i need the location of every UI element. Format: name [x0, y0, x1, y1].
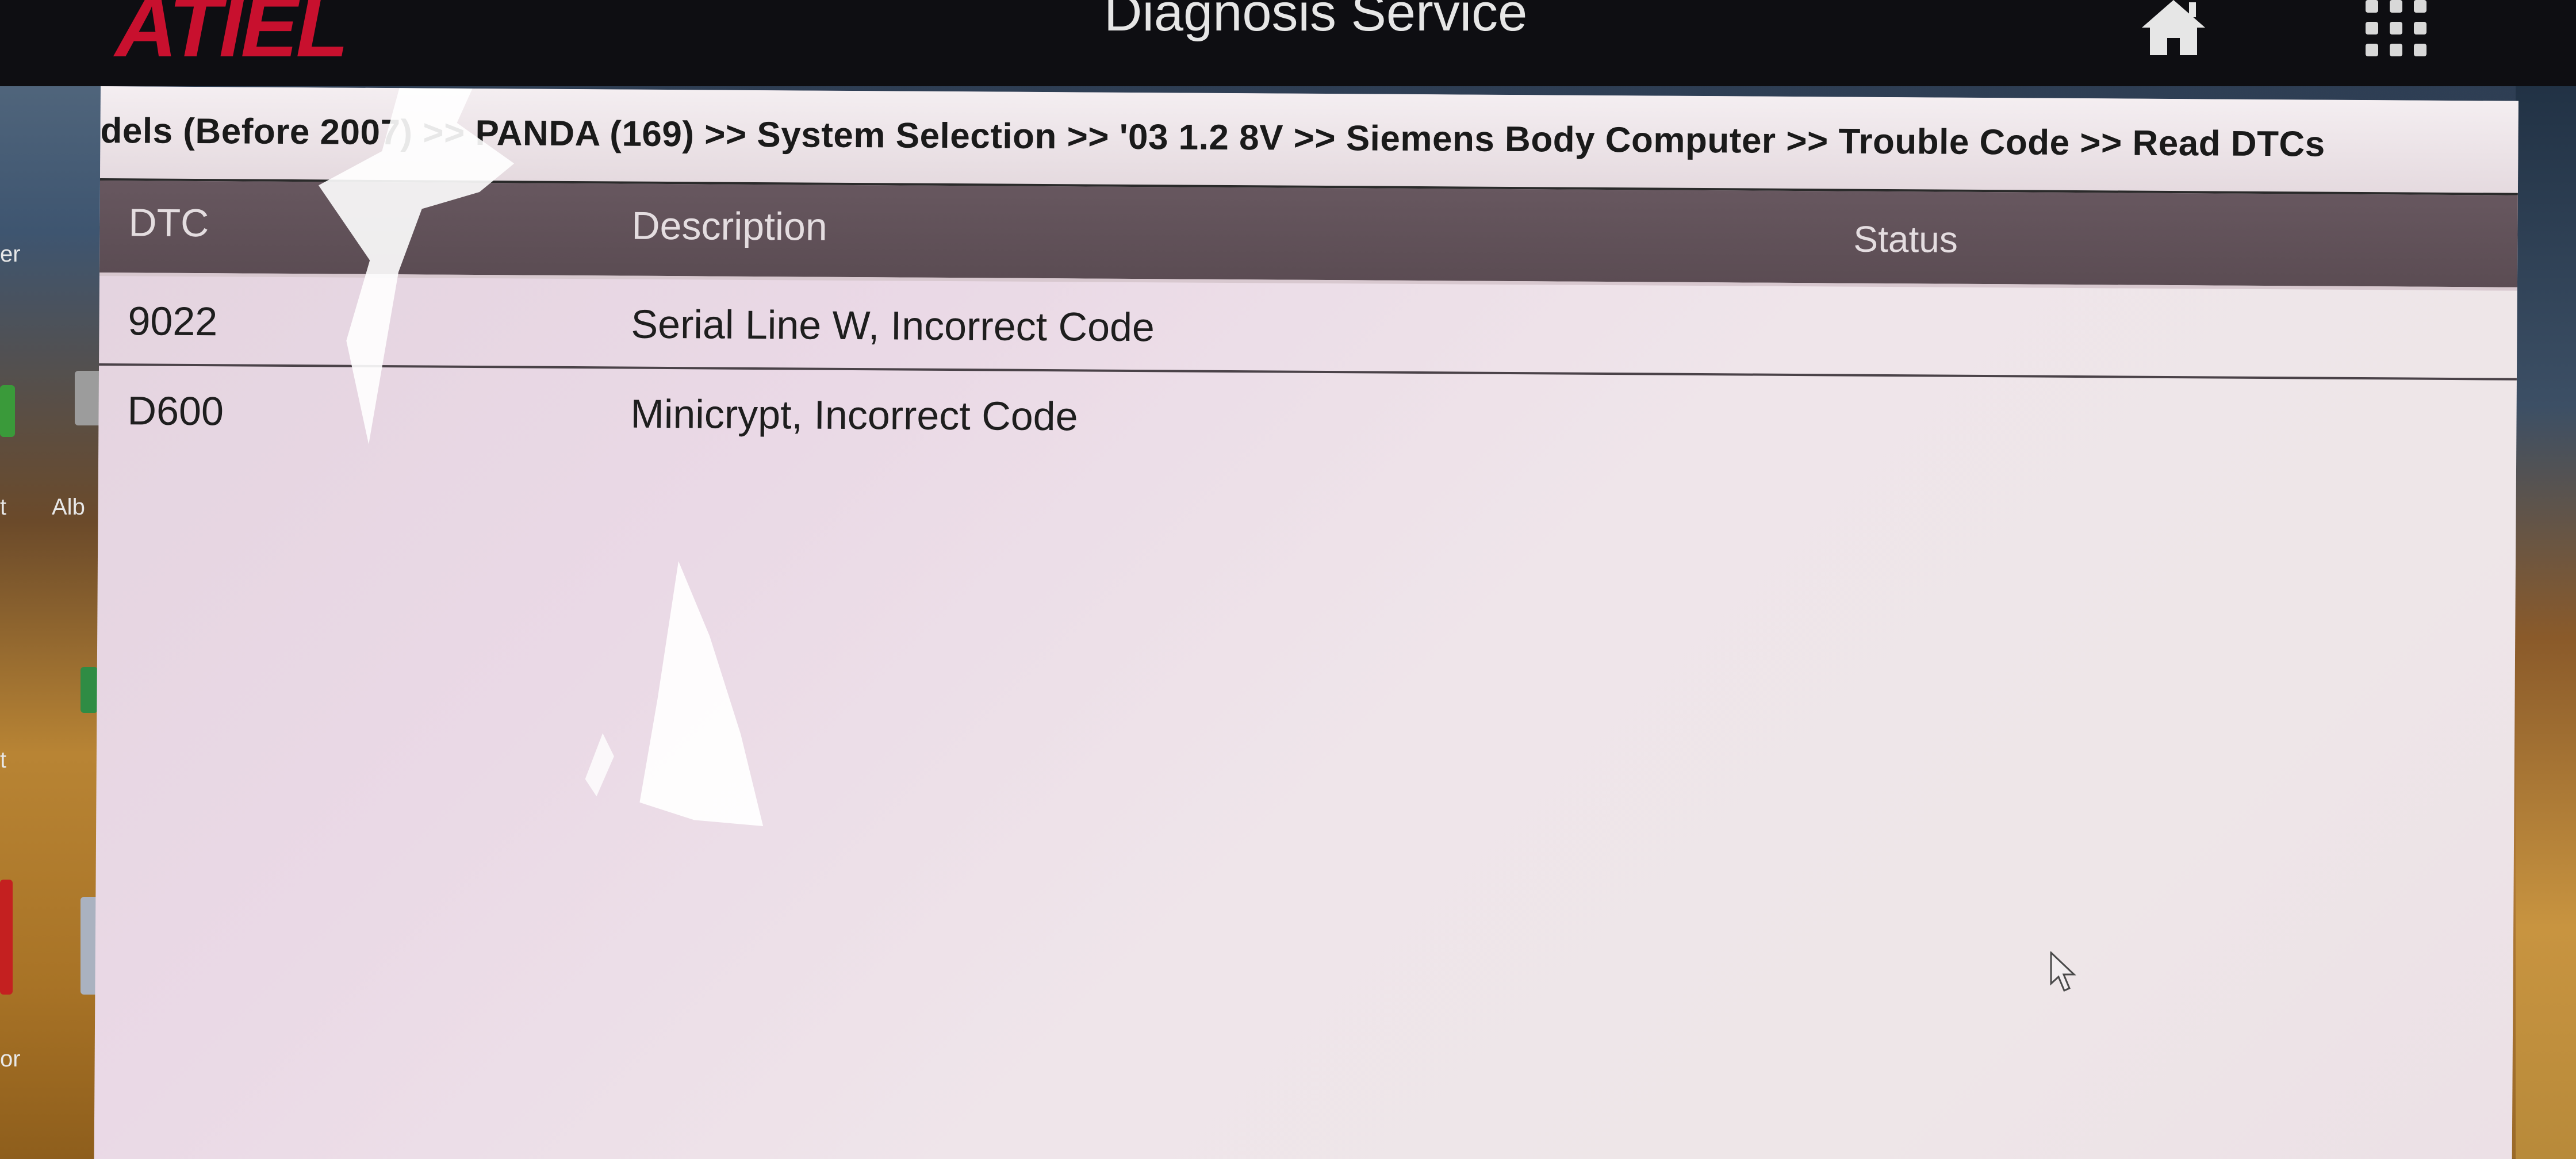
column-header-status: Status	[1853, 218, 1958, 260]
breadcrumb-item[interactable]: '03 1.2 8V	[1120, 117, 1284, 158]
table-row[interactable]: D600 Minicrypt, Incorrect Code	[98, 366, 2517, 468]
desktop-icon[interactable]	[80, 667, 98, 713]
app-title-bar: ATIEL Diagnosis Service	[0, 0, 2576, 86]
breadcrumb-separator: >>	[2080, 123, 2122, 163]
breadcrumb-item[interactable]: PANDA (169)	[475, 113, 694, 154]
desktop-label: Alb	[52, 494, 85, 520]
breadcrumb: dels (Before 2007) >> PANDA (169) >> Sys…	[99, 86, 2518, 195]
breadcrumb-item[interactable]: Trouble Code	[1838, 121, 2070, 162]
dtc-description: Minicrypt, Incorrect Code	[630, 391, 1078, 439]
breadcrumb-separator: >>	[1067, 117, 1110, 157]
breadcrumb-separator: >>	[1786, 121, 1828, 162]
home-button[interactable]	[2142, 0, 2205, 57]
breadcrumb-separator: >>	[423, 113, 466, 153]
breadcrumb-item[interactable]: System Selection	[757, 115, 1057, 156]
diagnosis-screen: dels (Before 2007) >> PANDA (169) >> Sys…	[94, 86, 2518, 1159]
grid-menu-icon	[2366, 0, 2426, 56]
column-header-description: Description	[631, 204, 827, 249]
desktop-label: er	[0, 241, 21, 267]
brand-logo: ATIEL	[115, 0, 348, 75]
desktop-label: or	[0, 1046, 21, 1072]
breadcrumb-item[interactable]: dels (Before 2007)	[100, 111, 413, 152]
column-header-dtc: DTC	[128, 201, 209, 245]
desktop-icon[interactable]	[75, 371, 101, 425]
breadcrumb-item[interactable]: Siemens Body Computer	[1346, 118, 1776, 161]
breadcrumb-separator: >>	[704, 114, 747, 155]
menu-button[interactable]	[2363, 0, 2429, 63]
breadcrumb-separator: >>	[1293, 118, 1336, 159]
table-row[interactable]: 9022 Serial Line W, Incorrect Code	[99, 275, 2517, 381]
breadcrumb-item-current: Read DTCs	[2132, 123, 2325, 164]
desktop-icon[interactable]	[0, 880, 13, 995]
dtc-description: Serial Line W, Incorrect Code	[631, 301, 1155, 350]
page-title: Diagnosis Service	[1104, 0, 1528, 42]
breadcrumb-path: dels (Before 2007) >> PANDA (169) >> Sys…	[100, 110, 2325, 165]
desktop-icon[interactable]	[0, 385, 15, 437]
mouse-cursor-icon	[2050, 951, 2076, 992]
desktop-label: t	[0, 494, 7, 520]
desktop-label: t	[0, 747, 7, 773]
desktop-background-right	[2516, 0, 2576, 1159]
dtc-code: 9022	[128, 298, 218, 344]
dtc-table-header: DTC Description Status	[99, 180, 2518, 291]
desktop-background-left: er t Alb t or	[0, 0, 101, 1159]
home-icon	[2142, 0, 2205, 55]
dtc-code: D600	[127, 388, 224, 434]
